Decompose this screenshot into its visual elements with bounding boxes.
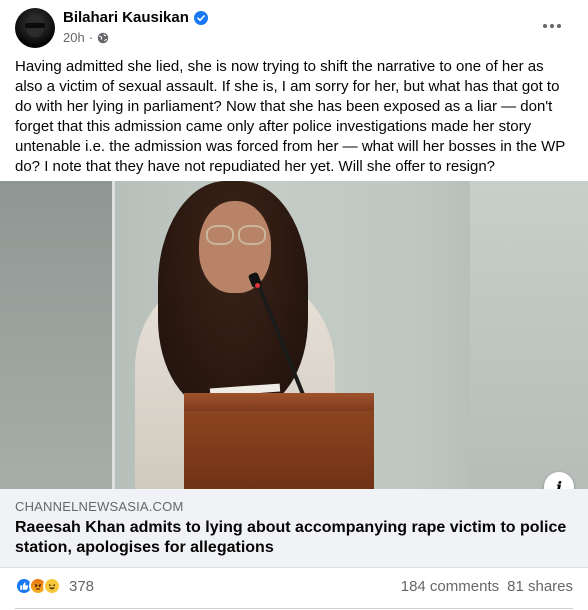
reaction-count: 378 (69, 577, 95, 595)
photo-glasses-left (206, 225, 234, 245)
link-domain: CHANNELNEWSASIA.COM (15, 499, 184, 514)
footer-divider (15, 608, 573, 609)
engagement-stats: 184 comments 81 shares (393, 578, 573, 595)
author-name-row: Bilahari Kausikan (63, 9, 208, 26)
photo-background-panel (470, 181, 588, 489)
post-text: Having admitted she lied, she is now try… (15, 58, 565, 175)
haha-icon (43, 577, 61, 595)
post-photo[interactable] (0, 181, 588, 489)
post-header: Bilahari Kausikan 20h · (0, 0, 588, 56)
link-title[interactable]: Raeesah Khan admits to lying about accom… (15, 518, 575, 558)
post-footer: 378 184 comments 81 shares (0, 568, 588, 608)
more-options-icon[interactable] (540, 14, 564, 38)
verified-badge-icon (193, 10, 208, 25)
avatar-glasses (25, 23, 45, 28)
photo-lectern (184, 411, 374, 489)
post-meta: 20h · (63, 30, 109, 45)
photo-glasses-right (238, 225, 266, 245)
photo-microphone-light (255, 283, 260, 288)
comments-count-link[interactable]: 184 comments (401, 578, 499, 595)
author-name[interactable]: Bilahari Kausikan (63, 9, 189, 26)
meta-separator: · (88, 30, 94, 45)
avatar[interactable] (15, 8, 55, 48)
post-timestamp[interactable]: 20h (63, 30, 85, 45)
globe-icon (97, 32, 109, 43)
shares-count-link[interactable]: 81 shares (507, 578, 573, 595)
photo-lectern-top (184, 393, 374, 413)
photo-background-panel (0, 181, 112, 489)
photo-glass-pane-edge (112, 181, 115, 489)
reactions-summary[interactable]: 378 (15, 577, 94, 595)
link-preview[interactable]: CHANNELNEWSASIA.COM Raeesah Khan admits … (0, 489, 588, 568)
